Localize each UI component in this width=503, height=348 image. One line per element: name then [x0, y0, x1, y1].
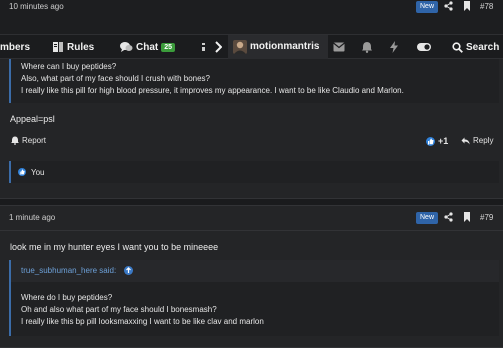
- thumbs-up-icon: [426, 136, 435, 146]
- bell-icon: [11, 136, 19, 145]
- new-badge: New: [416, 212, 439, 224]
- style-toggle[interactable]: [417, 35, 431, 59]
- report-label: Report: [22, 136, 47, 145]
- envelope-icon: [333, 41, 345, 53]
- nav-inbox[interactable]: [333, 35, 345, 59]
- quote-line: Also, what part of my face should I crus…: [21, 74, 210, 83]
- reply-arrow-icon: [461, 137, 470, 145]
- nav-members[interactable]: mbers: [0, 35, 30, 59]
- post-78-timestamp[interactable]: 10 minutes ago: [9, 2, 64, 11]
- quote-line: Where can I buy peptides?: [21, 62, 117, 71]
- user-account-menu[interactable]: motionmantris: [228, 35, 328, 59]
- thumbs-up-icon: [18, 168, 26, 176]
- avatar: [233, 40, 247, 54]
- likes-list[interactable]: You: [9, 161, 499, 183]
- main-navbar: mbers Rules Chat 25 motionmantris Search: [0, 34, 503, 59]
- nav-rules-label: Rules: [67, 41, 95, 53]
- nav-search[interactable]: Search: [451, 35, 499, 59]
- nav-chat-label: Chat: [136, 41, 159, 53]
- post-header-divider: [0, 230, 503, 231]
- truncated-nav-icon: [200, 41, 208, 53]
- quote-line: Where do I buy peptides?: [21, 293, 113, 302]
- reply-label: Reply: [473, 136, 494, 145]
- chevron-right-icon: [213, 41, 223, 53]
- post-79: 1 minute ago New #79 look me in my hunte…: [0, 205, 503, 348]
- likes-text: You: [31, 168, 45, 177]
- quote-line: I really like this bp pill looksmaxxing …: [21, 317, 264, 326]
- post-body: look me in my hunter eyes I want you to …: [10, 242, 219, 252]
- quote-block: true_subhuman_here said: Where do I buy …: [9, 260, 499, 336]
- post-78: Where can I buy peptides? Also, what par…: [0, 59, 503, 199]
- new-badge: New: [416, 1, 439, 13]
- nav-search-label: Search: [466, 41, 500, 53]
- nav-members-label: mbers: [0, 41, 31, 53]
- post-79-timestamp[interactable]: 1 minute ago: [9, 213, 55, 222]
- bell-icon: [361, 41, 373, 53]
- jump-to-quote-icon[interactable]: [124, 266, 133, 275]
- nav-alerts[interactable]: [361, 35, 373, 59]
- lightning-bolt-icon: [389, 41, 399, 53]
- quote-block: Where can I buy peptides? Also, what par…: [9, 59, 499, 103]
- bookmark-icon[interactable]: [462, 1, 471, 11]
- quote-line: Oh and also what part of my face should …: [21, 305, 217, 314]
- book-icon: [52, 41, 64, 53]
- nav-chat[interactable]: Chat 25: [120, 35, 176, 59]
- post-number[interactable]: #79: [480, 213, 493, 222]
- nav-rules[interactable]: Rules: [52, 35, 94, 59]
- username: motionmantris: [250, 41, 320, 52]
- reply-button[interactable]: Reply: [461, 136, 493, 145]
- share-icon[interactable]: [444, 212, 453, 222]
- reaction-count: +1: [438, 136, 449, 146]
- nav-whats-new[interactable]: [389, 35, 399, 59]
- bookmark-icon[interactable]: [462, 212, 471, 222]
- quote-line: I really like this pill for high blood p…: [21, 86, 404, 95]
- post-number[interactable]: #78: [480, 2, 493, 11]
- post-78-header: 10 minutes ago New #78: [0, 0, 503, 14]
- nav-scroll-right[interactable]: [213, 35, 223, 59]
- quote-author-link[interactable]: true_subhuman_here said:: [21, 266, 116, 275]
- nav-more-truncated[interactable]: [200, 35, 208, 59]
- reaction-summary[interactable]: +1: [426, 136, 448, 146]
- post-body: Appeal=psl: [10, 114, 55, 124]
- report-button[interactable]: Report: [11, 136, 46, 145]
- toggle-switch-icon: [417, 41, 431, 53]
- chat-count-badge: 25: [161, 42, 176, 52]
- chat-bubbles-icon: [120, 41, 133, 53]
- share-icon[interactable]: [444, 1, 453, 11]
- search-icon: [451, 41, 463, 53]
